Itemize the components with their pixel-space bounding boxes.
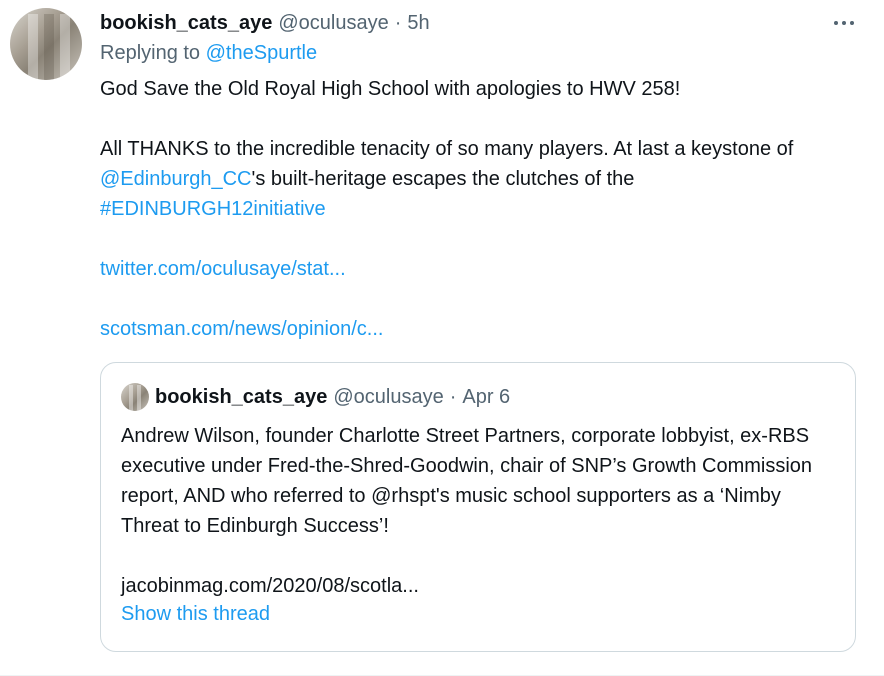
tweet-link-1[interactable]: twitter.com/oculusaye/stat... [100,258,346,280]
more-horizontal-icon[interactable] [830,10,858,36]
mention-link[interactable]: @Edinburgh_CC [100,168,252,190]
tweet-paragraph-2-start: All THANKS to the incredible tenacity of… [100,138,794,160]
tweet-paragraph-2: All THANKS to the incredible tenacity of… [100,134,860,224]
tweet[interactable]: bookish_cats_aye @oculusaye · 5h Replyin… [0,0,884,676]
tweet-link-2[interactable]: scotsman.com/news/opinion/c... [100,318,383,340]
tweet-line-1: God Save the Old Royal High School with … [100,78,681,100]
replying-to: Replying to @theSpurtle [100,42,317,65]
quoted-text: Andrew Wilson, founder Charlotte Street … [121,425,813,537]
replying-prefix: Replying to [100,42,201,64]
author-avatar[interactable] [10,8,82,80]
quoted-author-avatar [121,383,149,411]
quoted-date: Apr 6 [462,385,511,408]
author-name[interactable]: bookish_cats_aye [100,12,272,35]
tweet-header: bookish_cats_aye @oculusaye · 5h [100,10,430,36]
quoted-tweet-text: Andrew Wilson, founder Charlotte Street … [121,421,841,601]
replying-handle-link[interactable]: @theSpurtle [206,42,317,64]
show-thread-link[interactable]: Show this thread [121,603,270,626]
quoted-tweet[interactable]: bookish_cats_aye @oculusaye · Apr 6 Andr… [100,362,856,652]
quoted-tweet-header: bookish_cats_aye @oculusaye · Apr 6 [121,383,510,411]
tweet-timestamp[interactable]: 5h [407,12,429,35]
quoted-author-handle: @oculusaye [333,385,444,408]
separator-dot: · [394,11,402,34]
quoted-link: jacobinmag.com/2020/08/scotla... [121,575,419,597]
quoted-author-name: bookish_cats_aye [155,385,328,408]
author-handle[interactable]: @oculusaye [278,12,388,35]
quoted-separator-dot: · [449,385,457,408]
tweet-text: God Save the Old Royal High School with … [100,74,860,344]
hashtag-link[interactable]: #EDINBURGH12initiative [100,198,326,220]
tweet-paragraph-2-end: 's built-heritage escapes the clutches o… [251,168,635,190]
